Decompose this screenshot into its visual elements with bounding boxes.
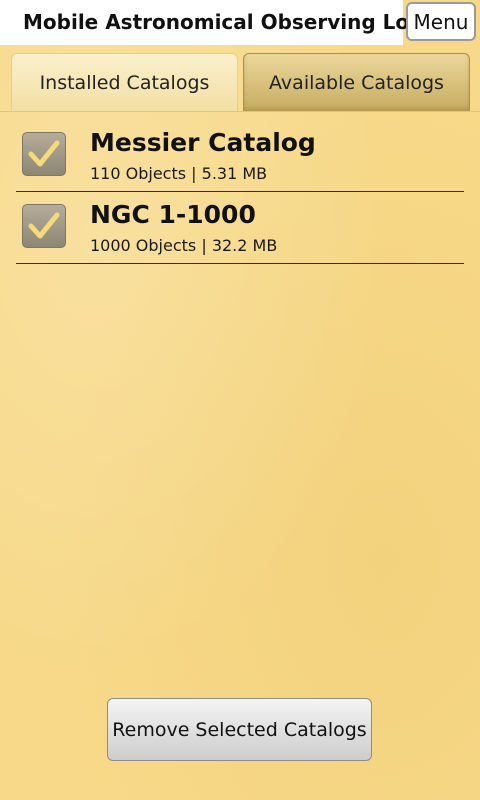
catalog-checkbox[interactable]	[22, 204, 66, 248]
catalog-meta: 1000 Objects | 32.2 MB	[90, 236, 278, 255]
catalog-checkbox[interactable]	[22, 132, 66, 176]
app-title: Mobile Astronomical Observing Log	[23, 10, 424, 34]
menu-button[interactable]: Menu	[406, 2, 476, 41]
tab-divider	[0, 111, 480, 112]
catalog-item-ngc[interactable]: NGC 1-1000 1000 Objects | 32.2 MB	[16, 192, 464, 264]
title-bar: Mobile Astronomical Observing Log	[0, 0, 423, 45]
catalog-list: Messier Catalog 110 Objects | 5.31 MB NG…	[16, 120, 464, 264]
remove-selected-button[interactable]: Remove Selected Catalogs	[107, 698, 372, 761]
tab-available-catalogs[interactable]: Available Catalogs	[243, 53, 470, 111]
catalog-name: NGC 1-1000	[90, 200, 256, 229]
catalog-meta: 110 Objects | 5.31 MB	[90, 164, 268, 183]
catalog-item-messier[interactable]: Messier Catalog 110 Objects | 5.31 MB	[16, 120, 464, 192]
checkmark-icon	[28, 140, 60, 167]
tab-installed-catalogs[interactable]: Installed Catalogs	[11, 53, 238, 111]
checkmark-icon	[28, 212, 60, 239]
catalog-name: Messier Catalog	[90, 128, 316, 157]
